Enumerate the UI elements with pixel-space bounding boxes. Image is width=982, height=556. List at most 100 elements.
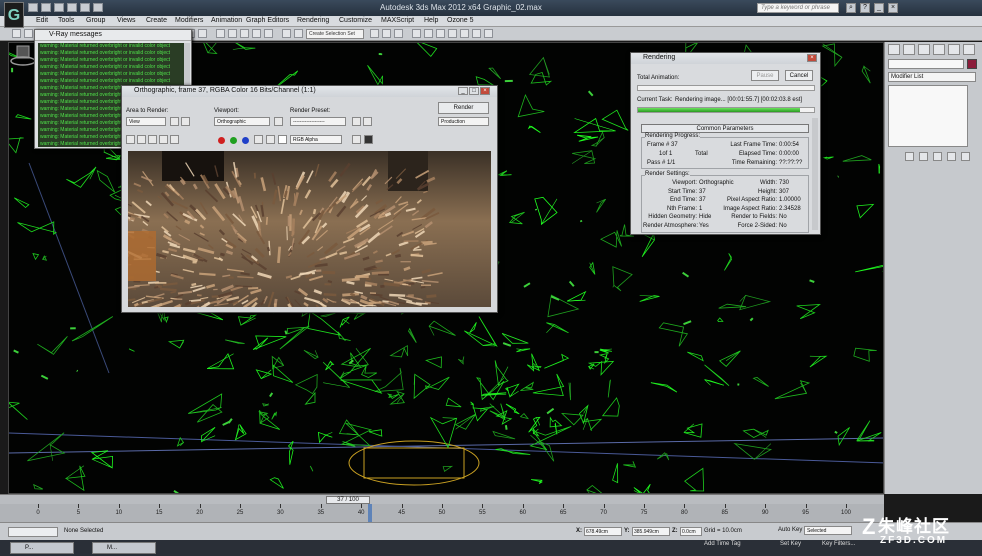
toolbar-tool-icon[interactable]	[394, 29, 403, 38]
pause-button[interactable]: Pause	[751, 70, 779, 81]
rendering-dialog-scrollbar[interactable]	[812, 118, 818, 230]
redo-icon[interactable]	[80, 3, 90, 12]
utilities-tab-icon[interactable]	[963, 44, 975, 55]
copy-image-icon[interactable]	[137, 135, 146, 144]
toolbar-tool-icon[interactable]	[412, 29, 421, 38]
motion-tab-icon[interactable]	[933, 44, 945, 55]
menu-create[interactable]: Create	[146, 17, 167, 24]
toolbar-tool-icon[interactable]	[252, 29, 261, 38]
toolbar-tool-icon[interactable]	[294, 29, 303, 38]
minimize-icon[interactable]: _	[458, 87, 468, 95]
close-icon[interactable]: ×	[480, 87, 490, 95]
render-button[interactable]: Render	[438, 102, 489, 114]
menu-customize[interactable]: Customize	[339, 17, 372, 24]
toolbar-tool-icon[interactable]	[460, 29, 469, 38]
viewport-dropdown[interactable]: Orthographic	[214, 117, 270, 126]
swatch-icon[interactable]	[278, 135, 287, 144]
toolbar-tool-icon[interactable]	[484, 29, 493, 38]
undo-icon[interactable]	[67, 3, 77, 12]
toolbar-tool-icon[interactable]	[424, 29, 433, 38]
object-color-swatch[interactable]	[967, 59, 977, 69]
menu-tools[interactable]: Tools	[58, 17, 74, 24]
modify-tab-icon[interactable]	[903, 44, 915, 55]
menu-views[interactable]: Views	[117, 17, 136, 24]
project-folder-icon[interactable]	[93, 3, 103, 12]
toolbar-tool-icon[interactable]	[216, 29, 225, 38]
menu-animation[interactable]: Animation	[211, 17, 242, 24]
clear-image-icon[interactable]	[170, 135, 179, 144]
show-end-result-icon[interactable]	[919, 152, 928, 161]
toggle-ui-overlay-icon[interactable]	[352, 135, 361, 144]
frame-indicator[interactable]: 37 / 100	[326, 496, 370, 504]
viewcube-icon[interactable]	[9, 43, 37, 67]
lock-viewport-icon[interactable]	[274, 117, 283, 126]
edit-region-icon[interactable]	[170, 117, 179, 126]
environment-effects-icon[interactable]	[363, 117, 372, 126]
menu-ozone-5[interactable]: Ozone 5	[447, 17, 473, 24]
key-filters-button[interactable]: Key Filters...	[822, 541, 855, 547]
close-icon[interactable]: ×	[888, 3, 898, 13]
print-image-icon[interactable]	[159, 135, 168, 144]
monochrome-icon[interactable]	[266, 135, 275, 144]
clone-frame-icon[interactable]	[148, 135, 157, 144]
menu-help[interactable]: Help	[424, 17, 438, 24]
remove-modifier-icon[interactable]	[947, 152, 956, 161]
x-coordinate-field[interactable]: 678.49cm	[584, 527, 622, 536]
hierarchy-tab-icon[interactable]	[918, 44, 930, 55]
save-image-icon[interactable]	[126, 135, 135, 144]
search-input[interactable]: Type a keyword or phrase	[757, 3, 839, 13]
render-preset-dropdown[interactable]: -------------------	[290, 117, 346, 126]
auto-key-button[interactable]: Auto Key	[778, 527, 802, 533]
toolbar-tool-icon[interactable]	[370, 29, 379, 38]
blue-channel-toggle[interactable]	[242, 137, 249, 144]
open-file-icon[interactable]	[41, 3, 51, 12]
menu-graph-editors[interactable]: Graph Editors	[246, 17, 289, 24]
track-bar[interactable]: 0 5 10 15 20 25 30 35 40 45 50 55 60 65 70 75 80 85 90 95 10…	[0, 504, 884, 522]
menu-group[interactable]: Group	[86, 17, 105, 24]
maximize-icon[interactable]: □	[469, 87, 479, 95]
toolbar-tool-icon[interactable]	[264, 29, 273, 38]
toolbar-tool-icon[interactable]	[198, 29, 207, 38]
toolbar-tool-icon[interactable]	[382, 29, 391, 38]
key-mode-dropdown[interactable]: Selected	[804, 526, 852, 535]
green-channel-toggle[interactable]	[230, 137, 237, 144]
toolbar-tool-icon[interactable]	[282, 29, 291, 38]
set-key-button[interactable]: Set Key	[780, 541, 801, 547]
toolbar-tool-icon[interactable]	[472, 29, 481, 38]
y-coordinate-field[interactable]: 385.949cm	[632, 527, 670, 536]
add-time-tag[interactable]: Add Time Tag	[704, 541, 741, 547]
create-tab-icon[interactable]	[888, 44, 900, 55]
menu-rendering[interactable]: Rendering	[297, 17, 329, 24]
make-unique-icon[interactable]	[933, 152, 942, 161]
object-name-field[interactable]	[888, 59, 964, 69]
display-tab-icon[interactable]	[948, 44, 960, 55]
selection-set-dropdown[interactable]: Create Selection Set	[306, 29, 364, 39]
pin-stack-icon[interactable]	[905, 152, 914, 161]
taskbar-button-m[interactable]: M...	[92, 542, 156, 554]
menu-edit[interactable]: Edit	[36, 17, 48, 24]
channel-display-dropdown[interactable]: RGB Alpha	[290, 135, 342, 144]
toolbar-tool-icon[interactable]	[12, 29, 21, 38]
toolbar-tool-icon[interactable]	[436, 29, 445, 38]
common-parameters-rollout[interactable]: Common Parameters	[641, 124, 809, 133]
red-channel-toggle[interactable]	[218, 137, 225, 144]
render-setup-icon[interactable]	[352, 117, 361, 126]
production-dropdown[interactable]: Production	[438, 117, 489, 126]
auto-region-icon[interactable]	[181, 117, 190, 126]
modifier-stack[interactable]	[888, 85, 968, 147]
taskbar-button-p[interactable]: P...	[10, 542, 74, 554]
minimize-icon[interactable]: _	[874, 3, 884, 13]
menu-maxscript[interactable]: MAXScript	[381, 17, 414, 24]
toggle-ui-icon[interactable]	[364, 135, 373, 144]
search-icon[interactable]: ⌕	[846, 3, 856, 13]
area-to-render-dropdown[interactable]: View	[126, 117, 166, 126]
z-coordinate-field[interactable]: 0.0cm	[680, 527, 702, 536]
toolbar-tool-icon[interactable]	[240, 29, 249, 38]
menu-modifiers[interactable]: Modifiers	[175, 17, 203, 24]
help-icon[interactable]: ?	[860, 3, 870, 13]
new-file-icon[interactable]	[28, 3, 38, 12]
modifier-list-dropdown[interactable]: Modifier List	[888, 72, 976, 82]
alpha-channel-icon[interactable]	[254, 135, 263, 144]
close-icon[interactable]: ×	[807, 54, 817, 62]
toolbar-tool-icon[interactable]	[24, 29, 33, 38]
